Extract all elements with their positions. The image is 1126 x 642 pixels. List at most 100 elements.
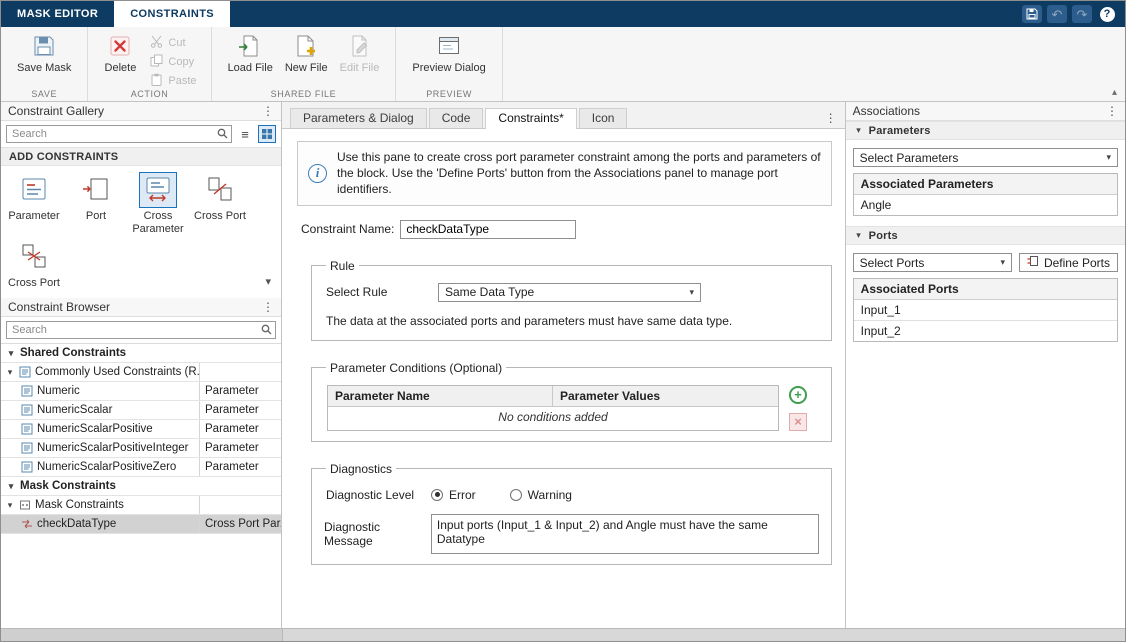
associated-port-row[interactable]: Input_2 [854,321,1117,341]
tree-item-label: NumericScalarPositiveZero [37,461,176,473]
list-view-button[interactable]: ≡ [236,125,254,143]
tree-item-type [199,363,281,381]
associated-parameters-header: Associated Parameters [854,174,1117,195]
tab-code[interactable]: Code [429,108,484,128]
chevron-down-icon: ▾ [1000,257,1005,268]
select-parameters-dropdown[interactable]: Select Parameters ▾ [853,148,1118,167]
info-icon: i [308,164,327,183]
ports-section-bar[interactable]: ▾ Ports [846,226,1125,245]
new-file-button[interactable]: New File [279,31,334,76]
tree-group-label: Shared Constraints [20,347,126,359]
tree-group-mask-constraints[interactable]: ▾ Mask Constraints [1,477,281,496]
gallery-search-input[interactable] [6,125,232,143]
titlebar-tab-mask-editor[interactable]: MASK EDITOR [1,1,114,27]
preview-dialog-icon [437,33,461,59]
redo-icon[interactable]: ↷ [1072,5,1092,23]
collapse-ribbon-icon[interactable]: ▴ [1112,87,1117,98]
chevron-down-icon[interactable]: ▾ [5,367,15,378]
delete-icon [109,33,131,59]
parameters-section-bar[interactable]: ▾ Parameters [846,121,1125,140]
gallery-expand-icon[interactable]: ▾ [265,275,271,288]
gallery-item-port[interactable]: Port [65,172,127,235]
undo-icon[interactable]: ↶ [1047,5,1067,23]
tree-group-shared-constraints[interactable]: ▾ Shared Constraints [1,344,281,363]
tab-parameters-dialog[interactable]: Parameters & Dialog [290,108,427,128]
help-icon[interactable]: ? [1097,5,1117,23]
tab-icon[interactable]: Icon [579,108,628,128]
tab-constraints[interactable]: Constraints* [485,108,576,129]
copy-button[interactable]: Copy [146,53,200,70]
editor-pane: Parameters & Dialog Code Constraints* Ic… [282,102,845,628]
tree-group-label: Mask Constraints [20,480,116,492]
preview-dialog-label: Preview Dialog [412,62,485,74]
radio-error[interactable]: Error [431,488,476,502]
tree-row-numericscalarpositive[interactable]: NumericScalarPositive Parameter [1,420,281,439]
constraint-gallery-header: Constraint Gallery ⋮ [1,102,281,121]
diagnostic-message-input[interactable]: Input ports (Input_1 & Input_2) and Angl… [431,514,819,554]
tree-item-type: Parameter [199,382,281,400]
load-file-button[interactable]: Load File [222,31,279,76]
radio-warning-label: Warning [528,488,572,502]
associations-header: Associations ⋮ [846,102,1125,121]
save-icon[interactable] [1022,5,1042,23]
tree-row-commonly-used[interactable]: ▾ Commonly Used Constraints (R... [1,363,281,382]
radio-error-circle[interactable] [431,489,443,501]
remove-condition-button[interactable]: × [789,413,807,431]
tree-row-numericscalarpositivezero[interactable]: NumericScalarPositiveZero Parameter [1,458,281,477]
gallery-item-cross-port[interactable]: Cross Port [189,172,251,235]
constraint-name-input[interactable] [400,220,576,239]
gallery-item-label: Port [86,210,106,223]
delete-button[interactable]: Delete [98,31,142,76]
browser-search-input[interactable] [6,321,276,339]
preview-dialog-button[interactable]: Preview Dialog [406,31,491,76]
paste-button[interactable]: Paste [146,72,200,89]
tree-row-numeric[interactable]: Numeric Parameter [1,382,281,401]
associated-parameter-row[interactable]: Angle [854,195,1117,215]
cross-port-constraint-icon [21,518,33,530]
grid-view-button[interactable] [258,125,276,143]
main-area: Constraint Gallery ⋮ ≡ ADD CONSTRAINTS [1,102,1125,628]
conditions-empty-text: No conditions added [328,407,778,428]
tree-row-numericscalarpositiveinteger[interactable]: NumericScalarPositiveInteger Parameter [1,439,281,458]
tree-row-checkdatatype[interactable]: checkDataType Cross Port Par... [1,515,281,534]
chevron-down-icon[interactable]: ▾ [5,500,15,511]
editor-menu-icon[interactable]: ⋮ [825,112,837,124]
save-mask-button[interactable]: Save Mask [11,31,77,76]
constraint-icon [21,442,33,454]
browser-search-row [1,317,281,343]
titlebar-tab-constraints[interactable]: CONSTRAINTS [114,1,230,27]
radio-warning[interactable]: Warning [510,488,572,502]
tree-row-numericscalar[interactable]: NumericScalar Parameter [1,401,281,420]
copy-icon [150,54,163,70]
gallery-item-cross-parameter[interactable]: Cross Parameter [127,172,189,235]
gallery-search-row: ≡ [1,121,281,147]
add-condition-button[interactable]: + [789,386,807,404]
status-bar-left-segment [1,629,283,642]
associated-port-row[interactable]: Input_1 [854,300,1117,321]
select-rule-dropdown[interactable]: Same Data Type ▾ [438,283,701,302]
gallery-item-parameter[interactable]: Parameter [3,172,65,235]
select-ports-dropdown[interactable]: Select Ports ▾ [853,253,1012,272]
tree-row-mask-constraints-parent[interactable]: ▾ Mask Constraints [1,496,281,515]
gallery-item-cross-port-2[interactable]: Cross Port [3,239,65,290]
chevron-down-icon[interactable]: ▾ [6,481,16,492]
gallery-menu-icon[interactable]: ⋮ [262,105,274,117]
load-file-label: Load File [228,62,273,74]
ribbon-group-shared-file-name: SHARED FILE [212,89,396,99]
chevron-down-icon[interactable]: ▾ [6,348,16,359]
associated-ports-table: Associated Ports Input_1 Input_2 [853,278,1118,342]
parameters-section-label: Parameters [869,125,931,137]
associations-menu-icon[interactable]: ⋮ [1106,105,1118,117]
cross-port-icon [19,241,49,274]
new-file-label: New File [285,62,328,74]
tree-item-label: Mask Constraints [35,499,124,511]
cut-button[interactable]: Cut [146,34,200,51]
constraint-browser-title: Constraint Browser [8,300,110,314]
new-file-icon [294,33,318,59]
browser-menu-icon[interactable]: ⋮ [262,301,274,313]
radio-warning-circle[interactable] [510,489,522,501]
define-ports-button[interactable]: Define Ports [1019,253,1118,272]
gallery-item-label: Cross Parameter [127,210,189,235]
copy-label: Copy [168,56,194,68]
edit-file-button[interactable]: Edit File [334,31,386,76]
